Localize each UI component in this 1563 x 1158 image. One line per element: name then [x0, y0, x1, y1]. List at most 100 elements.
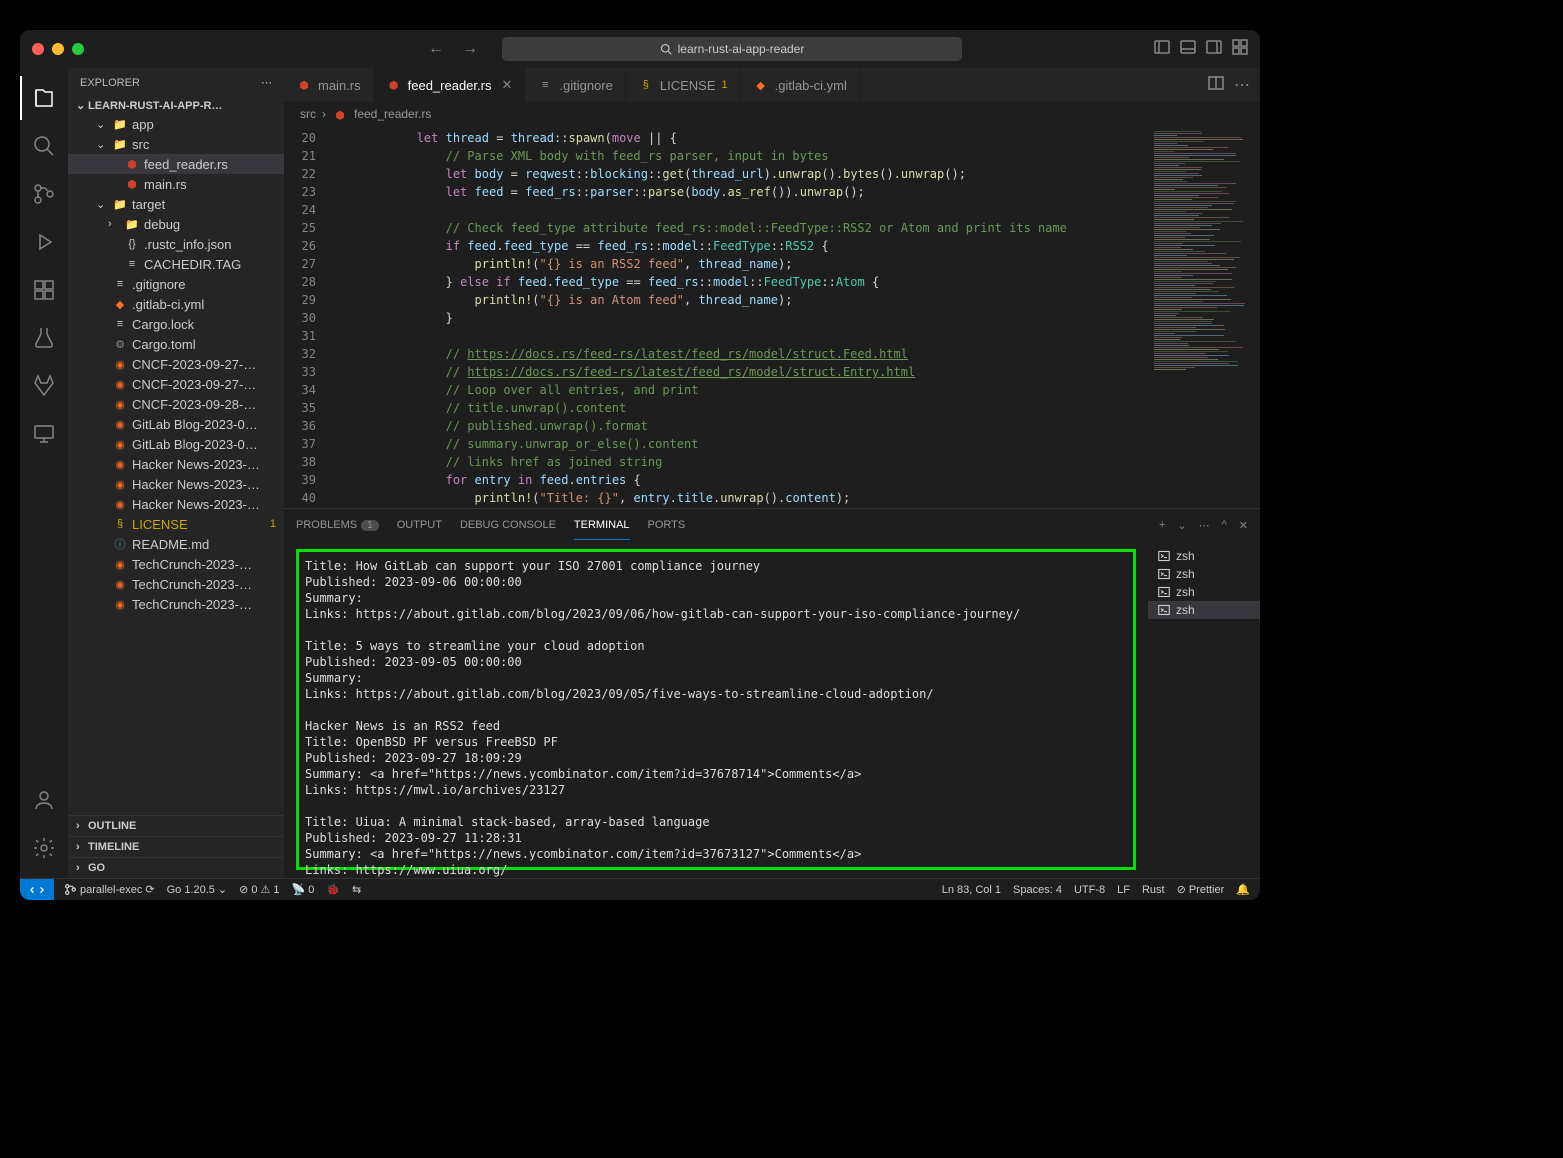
file-Hacker News-2023-…[interactable]: ◉Hacker News-2023-…	[68, 454, 284, 474]
project-name[interactable]: LEARN-RUST-AI-APP-R…	[88, 100, 222, 112]
notifications-icon[interactable]: 🔔	[1236, 883, 1250, 896]
layout-panel-icon[interactable]	[1180, 39, 1196, 60]
remote-button[interactable]	[20, 879, 54, 901]
terminal-shell-2[interactable]: zsh	[1148, 583, 1260, 601]
file-Hacker News-2023-…[interactable]: ◉Hacker News-2023-…	[68, 494, 284, 514]
debug-view[interactable]	[20, 220, 68, 264]
terminal-output[interactable]: Title: How GitLab can support your ISO 2…	[284, 541, 1148, 878]
window-controls	[32, 43, 84, 55]
ports-tab[interactable]: PORTS	[648, 511, 686, 539]
extensions-view[interactable]	[20, 268, 68, 312]
testing-view[interactable]	[20, 316, 68, 360]
panel-more-icon[interactable]: ⋯	[1199, 519, 1210, 532]
search-view[interactable]	[20, 124, 68, 168]
terminal-shell-1[interactable]: zsh	[1148, 565, 1260, 583]
encoding[interactable]: UTF-8	[1074, 884, 1105, 896]
timeline-section[interactable]: ›TIMELINE	[68, 836, 284, 857]
source-control-view[interactable]	[20, 172, 68, 216]
prettier-status[interactable]: ⊘ Prettier	[1177, 883, 1225, 896]
tab-.gitignore[interactable]: ≡.gitignore	[525, 68, 625, 102]
file-Cargo.toml[interactable]: ⚙Cargo.toml	[68, 334, 284, 354]
debug-icon[interactable]: 🐞	[326, 883, 340, 896]
file-GitLab Blog-2023-0…[interactable]: ◉GitLab Blog-2023-0…	[68, 414, 284, 434]
file-LICENSE[interactable]: §LICENSE1	[68, 514, 284, 534]
panel-maximize-icon[interactable]: ^	[1222, 519, 1227, 532]
file-tree: ⌄📁app⌄📁src⬢feed_reader.rs⬢main.rs⌄📁targe…	[68, 114, 284, 815]
file-app[interactable]: ⌄📁app	[68, 114, 284, 134]
file-Cargo.lock[interactable]: ≡Cargo.lock	[68, 314, 284, 334]
search-text: learn-rust-ai-app-reader	[678, 42, 805, 56]
indentation[interactable]: Spaces: 4	[1013, 884, 1062, 896]
file-target[interactable]: ⌄📁target	[68, 194, 284, 214]
sidebar-title: EXPLORER	[80, 77, 140, 89]
file-CNCF-2023-09-27-…[interactable]: ◉CNCF-2023-09-27-…	[68, 354, 284, 374]
activity-bar	[20, 68, 68, 878]
problems-tab[interactable]: PROBLEMS1	[296, 511, 379, 539]
file-GitLab Blog-2023-0…[interactable]: ◉GitLab Blog-2023-0…	[68, 434, 284, 454]
nav-back[interactable]: ←	[422, 38, 450, 60]
file-README.md[interactable]: ⓘREADME.md	[68, 534, 284, 554]
git-branch[interactable]: parallel-exec⟳	[64, 883, 155, 896]
tab-LICENSE[interactable]: §LICENSE1	[626, 68, 741, 102]
live-share-icon[interactable]: ⇆	[352, 883, 361, 896]
maximize-window[interactable]	[72, 43, 84, 55]
terminal-dropdown-icon[interactable]: ⌄	[1177, 519, 1186, 532]
terminal-shell-0[interactable]: zsh	[1148, 547, 1260, 565]
file-CACHEDIR.TAG[interactable]: ≡CACHEDIR.TAG	[68, 254, 284, 274]
layout-sidebar-left-icon[interactable]	[1154, 39, 1170, 60]
file-TechCrunch-2023-…[interactable]: ◉TechCrunch-2023-…	[68, 574, 284, 594]
bottom-panel: PROBLEMS1 OUTPUT DEBUG CONSOLE TERMINAL …	[284, 508, 1260, 878]
close-tab-icon[interactable]: ✕	[501, 77, 512, 93]
tab-main.rs[interactable]: ⬢main.rs	[284, 68, 374, 102]
terminal-tab[interactable]: TERMINAL	[574, 511, 630, 540]
minimize-window[interactable]	[52, 43, 64, 55]
file-TechCrunch-2023-…[interactable]: ◉TechCrunch-2023-…	[68, 554, 284, 574]
debug-console-tab[interactable]: DEBUG CONSOLE	[460, 511, 556, 539]
problems-status[interactable]: ⊘0 ⚠1	[239, 883, 279, 896]
layout-sidebar-right-icon[interactable]	[1206, 39, 1222, 60]
split-editor-icon[interactable]	[1208, 75, 1224, 96]
file-feed_reader.rs[interactable]: ⬢feed_reader.rs	[68, 154, 284, 174]
file-src[interactable]: ⌄📁src	[68, 134, 284, 154]
terminal-list: zshzshzshzsh	[1148, 541, 1260, 878]
file-CNCF-2023-09-27-…[interactable]: ◉CNCF-2023-09-27-…	[68, 374, 284, 394]
sidebar-more[interactable]: ⋯	[261, 76, 272, 89]
line-gutter: 20 21 22 23 24 25 26 27 28 29 30 31 32 3…	[284, 127, 330, 508]
nav-forward[interactable]: →	[456, 38, 484, 60]
gitlab-view[interactable]	[20, 364, 68, 408]
command-search[interactable]: learn-rust-ai-app-reader	[502, 37, 962, 61]
radio-status[interactable]: 📡0	[291, 883, 314, 896]
accounts[interactable]	[20, 778, 68, 822]
file-Hacker News-2023-…[interactable]: ◉Hacker News-2023-…	[68, 474, 284, 494]
titlebar: ← → learn-rust-ai-app-reader	[20, 30, 1260, 68]
file-CNCF-2023-09-28-…[interactable]: ◉CNCF-2023-09-28-…	[68, 394, 284, 414]
remote-view[interactable]	[20, 412, 68, 456]
file-main.rs[interactable]: ⬢main.rs	[68, 174, 284, 194]
new-terminal-icon[interactable]: +	[1159, 519, 1165, 532]
panel-close-icon[interactable]: ✕	[1239, 519, 1248, 532]
code-editor[interactable]: let thread = thread::spawn(move || { // …	[330, 127, 1150, 508]
explorer-view[interactable]	[20, 76, 68, 120]
file-.gitignore[interactable]: ≡.gitignore	[68, 274, 284, 294]
file-.rustc_info.json[interactable]: {}.rustc_info.json	[68, 234, 284, 254]
file-.gitlab-ci.yml[interactable]: ◆.gitlab-ci.yml	[68, 294, 284, 314]
close-window[interactable]	[32, 43, 44, 55]
go-section[interactable]: ›GO	[68, 857, 284, 878]
file-TechCrunch-2023-…[interactable]: ◉TechCrunch-2023-…	[68, 594, 284, 614]
output-tab[interactable]: OUTPUT	[397, 511, 442, 539]
cursor-position[interactable]: Ln 83, Col 1	[942, 884, 1001, 896]
language-mode[interactable]: Rust	[1142, 884, 1165, 896]
minimap[interactable]	[1150, 127, 1260, 508]
terminal-shell-3[interactable]: zsh	[1148, 601, 1260, 619]
manage[interactable]	[20, 826, 68, 870]
outline-section[interactable]: ›OUTLINE	[68, 815, 284, 836]
layout-customize-icon[interactable]	[1232, 39, 1248, 60]
eol[interactable]: LF	[1117, 884, 1130, 896]
go-version[interactable]: Go 1.20.5⌄	[167, 883, 228, 896]
breadcrumbs[interactable]: src› ⬢feed_reader.rs	[284, 103, 1260, 127]
tab-feed_reader.rs[interactable]: ⬢feed_reader.rs✕	[374, 68, 526, 102]
tab-.gitlab-ci.yml[interactable]: ◆.gitlab-ci.yml	[741, 68, 860, 102]
file-debug[interactable]: ›📁debug	[68, 214, 284, 234]
sidebar: EXPLORER ⋯ ⌄LEARN-RUST-AI-APP-R… ⌄📁app⌄📁…	[68, 68, 284, 878]
editor-more-icon[interactable]: ⋯	[1234, 75, 1250, 95]
